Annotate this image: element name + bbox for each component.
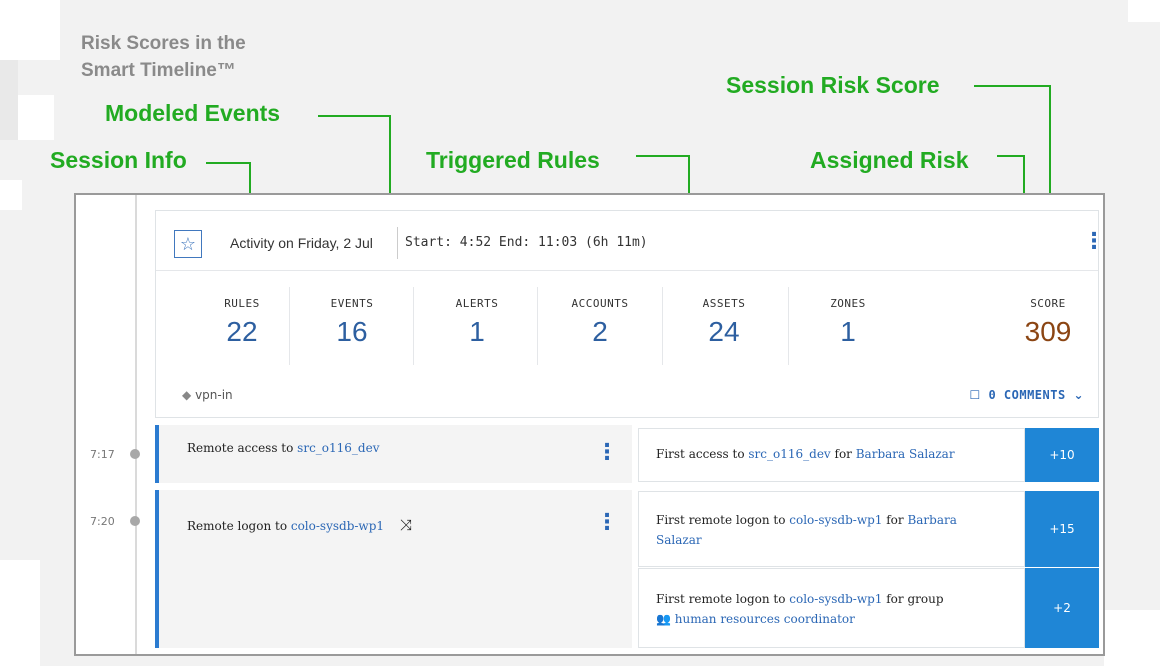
- session-time-range: Start: 4:52 End: 11:03 (6h 11m): [405, 235, 648, 250]
- annotation-line: [318, 115, 390, 117]
- session-tag[interactable]: ◆ vpn-in: [182, 388, 233, 402]
- kebab-menu-icon[interactable]: ⋮: [596, 512, 618, 534]
- tag-icon: ◆: [182, 388, 192, 402]
- event-text: Remote logon to colo-sysdb-wp1 ⤨: [187, 516, 412, 534]
- stat-accounts: ACCOUNTS 2: [534, 297, 666, 348]
- page-title: Risk Scores in the Smart Timeline™: [81, 30, 281, 84]
- annotation-session-info: Session Info: [50, 147, 187, 173]
- background-block: [1104, 610, 1160, 666]
- background-block: [18, 95, 54, 140]
- background-block: [0, 180, 22, 210]
- stat-events: EVENTS 16: [286, 297, 418, 348]
- timeline-rail: [135, 195, 137, 654]
- annotation-line: [636, 155, 689, 157]
- stat-alerts: ALERTS 1: [411, 297, 543, 348]
- stat-value: 2: [592, 316, 608, 347]
- divider: [397, 227, 398, 259]
- rule-asset-link[interactable]: colo-sysdb-wp1: [789, 592, 882, 606]
- comments-toggle[interactable]: ☐ 0 COMMENTS ⌄: [969, 388, 1084, 402]
- event-text: Remote access to src_o116_dev: [187, 441, 379, 455]
- background-block: [0, 60, 18, 140]
- event-prefix: Remote logon to: [187, 519, 291, 533]
- assigned-risk: +2: [1025, 568, 1099, 648]
- stat-label: ZONES: [830, 297, 866, 310]
- rule-group-link[interactable]: human resources coordinator: [675, 612, 855, 626]
- rule-text: First remote logon to colo-sysdb-wp1 for…: [656, 589, 996, 629]
- session-card: ☆ Activity on Friday, 2 Jul Start: 4:52 …: [155, 210, 1105, 418]
- rule-text: First remote logon to colo-sysdb-wp1 for…: [656, 510, 986, 550]
- annotation-assigned-risk: Assigned Risk: [810, 147, 969, 173]
- assigned-risk: +15: [1025, 491, 1099, 567]
- star-icon[interactable]: ☆: [174, 230, 202, 258]
- stat-value: 1: [840, 316, 856, 347]
- tag-label: vpn-in: [195, 388, 233, 402]
- event-asset-link[interactable]: src_o116_dev: [297, 441, 379, 455]
- triggered-rule: First access to src_o116_dev for Barbara…: [638, 428, 1025, 482]
- stat-zones: ZONES 1: [782, 297, 914, 348]
- stat-label: ALERTS: [455, 297, 499, 310]
- chevron-down-icon: ⌄: [1073, 388, 1084, 402]
- rule-asset-link[interactable]: src_o116_dev: [748, 447, 830, 461]
- annotation-line: [997, 155, 1024, 157]
- triggered-rule: First remote logon to colo-sysdb-wp1 for…: [638, 568, 1025, 648]
- event-time: 7:20: [90, 515, 115, 528]
- stat-label: ASSETS: [702, 297, 746, 310]
- background-block: [0, 560, 40, 666]
- shuffle-icon: ⤨: [399, 516, 412, 534]
- timeline-dot: [130, 516, 140, 526]
- modeled-event[interactable]: Remote access to src_o116_dev ⋮: [155, 425, 632, 483]
- assigned-risk: +10: [1025, 428, 1099, 482]
- kebab-menu-icon[interactable]: ⋮: [1083, 231, 1105, 253]
- annotation-line: [206, 162, 250, 164]
- rule-asset-link[interactable]: colo-sysdb-wp1: [789, 513, 882, 527]
- rule-mid: for: [830, 447, 856, 461]
- background-block: [1128, 0, 1160, 22]
- page-title-text: Risk Scores in the Smart Timeline™: [81, 33, 246, 81]
- stat-assets: ASSETS 24: [658, 297, 790, 348]
- session-header: ☆ Activity on Friday, 2 Jul Start: 4:52 …: [156, 211, 1105, 271]
- rule-prefix: First remote logon to: [656, 592, 790, 606]
- stat-label: EVENTS: [330, 297, 374, 310]
- annotation-line: [974, 85, 1050, 87]
- stat-label: SCORE: [1030, 297, 1066, 310]
- annotation-triggered-rules: Triggered Rules: [426, 147, 600, 173]
- rule-mid: for group: [882, 592, 944, 606]
- rule-user-link[interactable]: Barbara Salazar: [856, 447, 955, 461]
- rule-text: First access to src_o116_dev for Barbara…: [656, 444, 955, 464]
- triggered-rule: First remote logon to colo-sysdb-wp1 for…: [638, 491, 1025, 567]
- background-block: [0, 0, 60, 60]
- event-prefix: Remote access to: [187, 441, 298, 455]
- annotation-modeled-events: Modeled Events: [105, 100, 281, 126]
- stat-value: 1: [469, 316, 485, 347]
- event-asset-link[interactable]: colo-sysdb-wp1: [291, 519, 384, 533]
- stat-value: 24: [708, 316, 740, 347]
- rule-mid: for: [882, 513, 908, 527]
- stat-value: 16: [336, 316, 368, 347]
- rule-prefix: First remote logon to: [656, 513, 790, 527]
- session-risk-score: 309: [1024, 316, 1072, 347]
- group-icon: 👥: [656, 612, 671, 626]
- comments-label: 0 COMMENTS: [988, 388, 1066, 402]
- timeline-dot: [130, 449, 140, 459]
- comment-icon: ☐: [969, 388, 981, 402]
- event-time: 7:17: [90, 448, 115, 461]
- rule-prefix: First access to: [656, 447, 749, 461]
- kebab-menu-icon[interactable]: ⋮: [596, 442, 618, 464]
- session-activity: Activity on Friday, 2 Jul: [230, 235, 373, 251]
- stat-score: SCORE 309: [998, 297, 1098, 348]
- modeled-event[interactable]: Remote logon to colo-sysdb-wp1 ⤨ ⋮: [155, 490, 632, 648]
- annotation-session-risk-score: Session Risk Score: [726, 72, 940, 98]
- stat-label: ACCOUNTS: [571, 297, 629, 310]
